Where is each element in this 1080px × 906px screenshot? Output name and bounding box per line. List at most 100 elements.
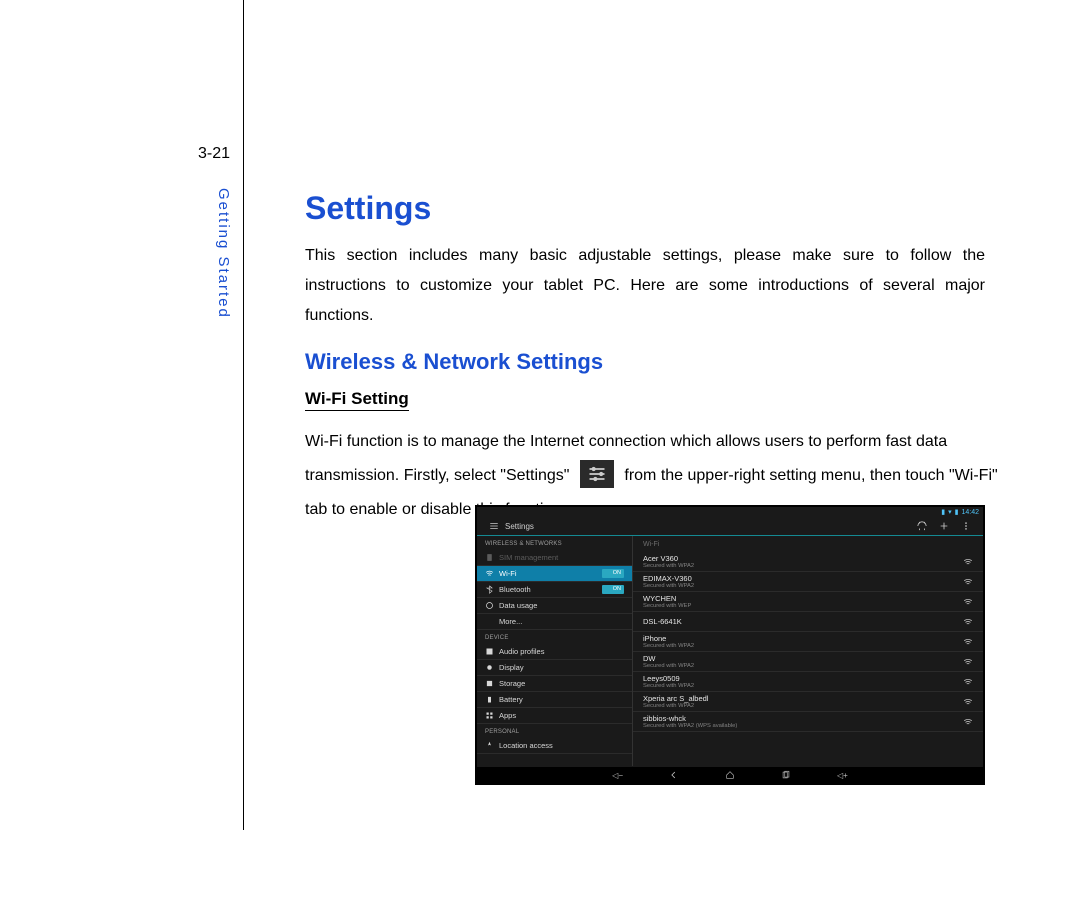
content-area: Settings This section includes many basi…: [305, 190, 985, 527]
home-button[interactable]: [725, 770, 735, 780]
app-title: Settings: [505, 522, 534, 531]
audio-icon: [485, 647, 494, 656]
section-personal: PERSONAL: [477, 724, 632, 738]
status-icon: ▾: [948, 508, 952, 516]
manual-page: 3-21 Getting Started Settings This secti…: [0, 0, 1080, 906]
wifi-network-security: Secured with WPA2: [643, 683, 963, 690]
bluetooth-toggle[interactable]: ON: [602, 585, 624, 594]
setting-label: Bluetooth: [499, 585, 531, 594]
wifi-network[interactable]: Acer V360Secured with WPA2: [633, 552, 983, 572]
wifi-network-security: Secured with WPA2: [643, 643, 963, 650]
wifi-signal-icon: [963, 697, 973, 707]
wifi-signal-icon: [963, 617, 973, 627]
data-usage-icon: [485, 601, 494, 610]
wifi-signal-icon: [963, 637, 973, 647]
wifi-panel-header: Wi-Fi: [633, 536, 983, 552]
wifi-network[interactable]: sibbios-whckSecured with WPA2 (WPS avail…: [633, 712, 983, 732]
android-screenshot: ▮ ▾ ▮ 14:42 Settings WIRELESS & NETWORKS: [475, 505, 985, 785]
wifi-network[interactable]: Xperia arc S_albedlSecured with WPA2: [633, 692, 983, 712]
wifi-network-name: Leeys0509: [643, 674, 963, 683]
scan-icon[interactable]: [917, 521, 927, 531]
setting-location-access[interactable]: Location access: [477, 738, 632, 754]
recents-button[interactable]: [781, 770, 791, 780]
add-icon[interactable]: [939, 521, 949, 531]
setting-label: Audio profiles: [499, 647, 544, 656]
setting-sim-management[interactable]: SIM management: [477, 550, 632, 566]
wifi-network-security: Secured with WPA2: [643, 663, 963, 670]
back-button[interactable]: [669, 770, 679, 780]
wifi-signal-icon: [963, 597, 973, 607]
wifi-line-1: Wi-Fi function is to manage the Internet…: [305, 425, 985, 459]
wifi-network-name: WYCHEN: [643, 594, 963, 603]
wifi-signal-icon: [963, 717, 973, 727]
wifi-network-name: sibbios-whck: [643, 714, 963, 723]
wifi-network[interactable]: iPhoneSecured with WPA2: [633, 632, 983, 652]
wifi-network-security: Secured with WPA2: [643, 563, 963, 570]
page-number: 3-21: [198, 145, 230, 163]
setting-label: SIM management: [499, 553, 558, 562]
setting-label: Data usage: [499, 601, 537, 610]
heading-wifi-setting: Wi-Fi Setting: [305, 389, 409, 411]
setting-label: Storage: [499, 679, 525, 688]
setting-storage[interactable]: Storage: [477, 676, 632, 692]
storage-icon: [485, 679, 494, 688]
wifi-signal-icon: [963, 657, 973, 667]
app-title-row: Settings: [477, 517, 983, 535]
display-icon: [485, 663, 494, 672]
settings-categories: WIRELESS & NETWORKS SIM management Wi-Fi…: [477, 536, 633, 766]
section-label: Getting Started: [215, 188, 232, 319]
section-device: DEVICE: [477, 630, 632, 644]
wifi-signal-icon: [963, 557, 973, 567]
wifi-line-2b: from the upper-right setting menu, then …: [624, 467, 997, 484]
bluetooth-icon: [485, 585, 494, 594]
settings-panels: WIRELESS & NETWORKS SIM management Wi-Fi…: [477, 536, 983, 766]
wifi-network-name: DSL-6641K: [643, 617, 963, 626]
heading-settings: Settings: [305, 190, 985, 227]
wifi-network-security: Secured with WPA2 (WPS available): [643, 723, 963, 730]
system-nav-bar: ◁− ◁+: [477, 767, 983, 783]
setting-label: Wi-Fi: [499, 569, 517, 578]
battery-icon: ▮: [955, 508, 959, 516]
wifi-signal-icon: [963, 677, 973, 687]
setting-battery[interactable]: Battery: [477, 692, 632, 708]
setting-display[interactable]: Display: [477, 660, 632, 676]
setting-more[interactable]: More...: [477, 614, 632, 630]
wifi-signal-icon: [963, 577, 973, 587]
wifi-network[interactable]: WYCHENSecured with WEP: [633, 592, 983, 612]
wifi-icon: [485, 569, 494, 578]
wifi-network-name: Xperia arc S_albedl: [643, 694, 963, 703]
setting-bluetooth[interactable]: Bluetooth ON: [477, 582, 632, 598]
heading-wifi-setting-wrap: Wi-Fi Setting: [305, 389, 985, 425]
volume-up-button[interactable]: ◁+: [837, 771, 848, 780]
section-wireless: WIRELESS & NETWORKS: [477, 536, 632, 550]
setting-label: Display: [499, 663, 524, 672]
menu-icon[interactable]: [961, 521, 971, 531]
setting-apps[interactable]: Apps: [477, 708, 632, 724]
wifi-network[interactable]: DWSecured with WPA2: [633, 652, 983, 672]
intro-paragraph: This section includes many basic adjusta…: [305, 241, 985, 331]
setting-label: Location access: [499, 741, 553, 750]
wifi-toggle[interactable]: ON: [602, 569, 624, 578]
sim-icon: [485, 553, 494, 562]
status-icon: ▮: [941, 508, 945, 516]
wifi-network[interactable]: EDIMAX-V360Secured with WPA2: [633, 572, 983, 592]
wifi-network-security: Secured with WPA2: [643, 703, 963, 710]
setting-data-usage[interactable]: Data usage: [477, 598, 632, 614]
wifi-network-name: Acer V360: [643, 554, 963, 563]
settings-sliders-icon: [580, 460, 614, 488]
setting-audio-profiles[interactable]: Audio profiles: [477, 644, 632, 660]
wifi-network-name: DW: [643, 654, 963, 663]
setting-wifi[interactable]: Wi-Fi ON: [477, 566, 632, 582]
status-time: 14:42: [961, 509, 979, 516]
battery-icon: [485, 695, 494, 704]
settings-sliders-icon: [489, 521, 499, 531]
wifi-network-list: Wi-Fi Acer V360Secured with WPA2 EDIMAX-…: [633, 536, 983, 766]
setting-label: Battery: [499, 695, 523, 704]
volume-down-button[interactable]: ◁−: [612, 771, 623, 780]
status-bar: ▮ ▾ ▮ 14:42: [477, 507, 983, 517]
setting-label: Apps: [499, 711, 516, 720]
setting-label: More...: [499, 617, 522, 626]
wifi-network[interactable]: DSL-6641K: [633, 612, 983, 632]
wifi-network[interactable]: Leeys0509Secured with WPA2: [633, 672, 983, 692]
wifi-network-security: Secured with WEP: [643, 603, 963, 610]
